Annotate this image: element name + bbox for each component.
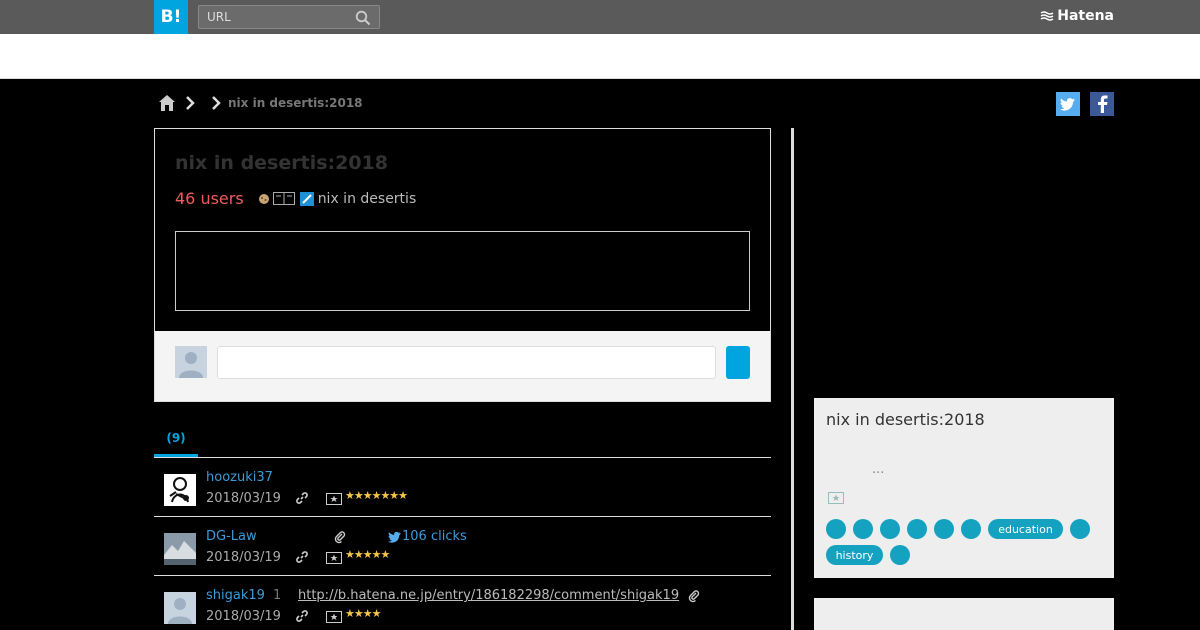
breadcrumb-current: nix in desertis:2018 — [228, 96, 363, 110]
site-name-link[interactable]: nix in desertis — [318, 191, 417, 207]
permalink-icon[interactable] — [295, 609, 309, 623]
entry-card: nix in desertis:2018 46 users nix in des… — [154, 128, 771, 402]
tag-chip-education[interactable]: education — [988, 519, 1063, 539]
add-star-icon[interactable] — [828, 492, 844, 504]
column-divider — [791, 128, 794, 630]
bookmark-star-count: 1 — [273, 588, 282, 603]
site-favicon-icon — [299, 191, 314, 206]
tag-chip[interactable] — [907, 519, 927, 539]
permalink-icon[interactable] — [295, 491, 309, 505]
sidebar-description: ... — [872, 462, 885, 477]
ad-banner-area — [0, 34, 1200, 79]
tag-chip[interactable] — [934, 519, 954, 539]
hatena-brand-text: Hatena — [1057, 8, 1114, 24]
tag-chip[interactable] — [880, 519, 900, 539]
twitter-share-button[interactable] — [1056, 92, 1080, 116]
chevron-right-icon — [212, 96, 221, 110]
bookmark-username[interactable]: DG-Law — [206, 529, 257, 544]
breadcrumb: nix in desertis:2018 — [158, 92, 363, 114]
twitter-clicks-link[interactable]: 106 clicks — [402, 529, 467, 544]
users-count[interactable]: 46 users — [175, 189, 244, 208]
tag-chip[interactable] — [853, 519, 873, 539]
avatar — [175, 346, 207, 378]
paperclip-icon — [334, 531, 346, 544]
reader-icon[interactable] — [272, 192, 295, 205]
paperclip-icon — [688, 590, 700, 603]
sidebar-entry-info: nix in desertis:2018 ... education histo… — [814, 398, 1114, 578]
search-box[interactable] — [198, 5, 380, 29]
sidebar-title[interactable]: nix in desertis:2018 — [826, 410, 985, 429]
bookmark-row: hoozuki37 2018/03/19 ★★★★★★★ — [154, 458, 771, 517]
search-icon[interactable] — [355, 10, 371, 26]
bookmark-date[interactable]: 2018/03/19 — [206, 609, 281, 624]
tag-chip-history[interactable]: history — [826, 545, 883, 565]
search-input[interactable] — [199, 6, 349, 28]
permalink-icon[interactable] — [295, 550, 309, 564]
hatena-brand-link[interactable]: Hatena — [1040, 8, 1114, 24]
bookmark-tabs: (9) — [154, 420, 771, 458]
twitter-bird-icon — [1060, 98, 1075, 111]
submit-bookmark-button[interactable] — [726, 346, 750, 379]
bookmark-date[interactable]: 2018/03/19 — [206, 550, 281, 565]
facebook-share-button[interactable] — [1090, 92, 1114, 116]
entry-meta: 46 users nix in desertis — [175, 189, 416, 208]
hatena-mark-icon — [1040, 11, 1054, 21]
bookmark-username[interactable]: shigak19 — [206, 588, 265, 603]
tab-comments[interactable]: (9) — [154, 420, 198, 457]
cookie-icon — [258, 193, 269, 204]
bookmark-username[interactable]: hoozuki37 — [206, 470, 273, 485]
entry-title[interactable]: nix in desertis:2018 — [175, 152, 388, 174]
tag-chip[interactable] — [1070, 519, 1090, 539]
star-list[interactable]: ★★★★ — [345, 607, 381, 620]
tag-chip[interactable] — [961, 519, 981, 539]
star-list[interactable]: ★★★★★★★ — [345, 489, 408, 502]
twitter-bird-icon — [388, 531, 401, 543]
user-avatar[interactable] — [164, 592, 196, 624]
entry-summary[interactable] — [175, 231, 750, 311]
comment-permalink[interactable]: http://b.hatena.ne.jp/entry/186182298/co… — [298, 588, 679, 603]
add-star-icon[interactable] — [326, 552, 342, 564]
bookmark-date[interactable]: 2018/03/19 — [206, 491, 281, 506]
chevron-right-icon — [186, 96, 195, 110]
star-list[interactable]: ★★★★★ — [345, 548, 390, 561]
bookmark-row: shigak19 1 http://b.hatena.ne.jp/entry/1… — [154, 576, 771, 630]
add-star-icon[interactable] — [326, 611, 342, 623]
default-user-icon — [179, 352, 203, 378]
comment-input[interactable] — [217, 346, 716, 379]
tag-chip[interactable] — [890, 545, 910, 565]
facebook-f-icon — [1098, 95, 1108, 113]
sidebar-panel — [814, 598, 1114, 630]
top-bar: B! Hatena — [0, 0, 1200, 34]
tag-chip[interactable] — [826, 519, 846, 539]
hatena-bookmark-logo[interactable]: B! — [154, 0, 188, 34]
home-icon[interactable] — [158, 94, 176, 112]
add-star-icon[interactable] — [326, 493, 342, 505]
bookmark-row: DG-Law 106 clicks 2018/03/19 ★★★★★ — [154, 517, 771, 576]
user-avatar[interactable] — [164, 533, 196, 565]
comment-form — [155, 331, 770, 401]
user-avatar[interactable] — [164, 474, 196, 506]
